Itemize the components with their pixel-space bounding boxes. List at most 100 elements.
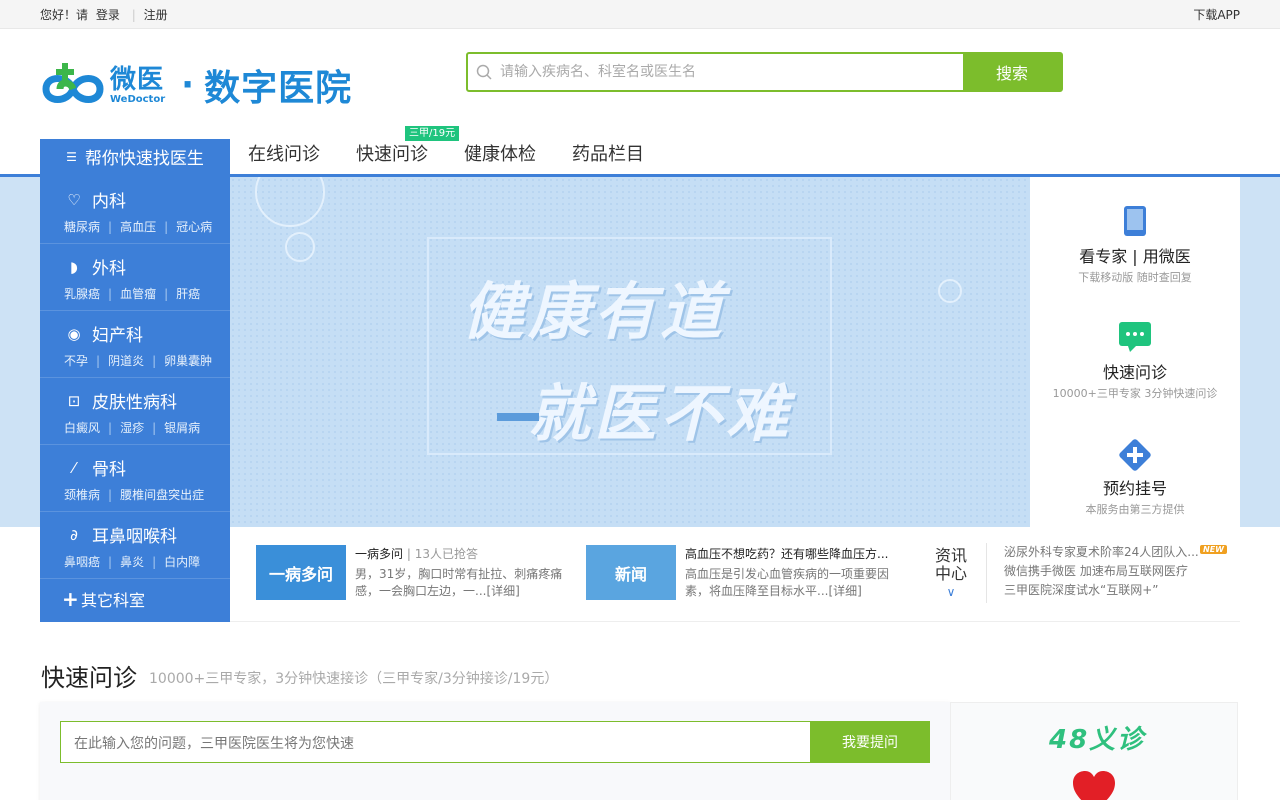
info-item[interactable]: 微信携手微医 加速布局互联网医疗: [1004, 562, 1199, 581]
info-center-label[interactable]: 资讯 中心 ∨: [935, 547, 967, 601]
search-icon: [468, 54, 500, 90]
department-menu: ♡ 内科 糖尿病 | 高血压 | 冠心病 ◗ 外科 乳腺癌 | 血管瘤 | 肝癌 ◉ 妇产科 不孕 | 阴…: [40, 177, 230, 622]
banner-line-1: 健康有道: [462, 275, 727, 348]
news-title[interactable]: 一病多问: [355, 547, 403, 561]
service-sub: 10000+三甲专家 3分钟快速问诊: [1052, 387, 1218, 400]
dept-sub[interactable]: 卵巢囊肿: [164, 354, 212, 368]
dept-sub[interactable]: 鼻炎: [120, 555, 144, 569]
nav-items: 在线问诊 快速问诊 三甲/19元 健康体检 药品栏目: [248, 126, 680, 174]
info-list: 泌尿外科专家夏术阶率24人团队入... 微信携手微医 加速布局互联网医疗 三甲医…: [986, 543, 1199, 603]
main-nav: ☰ 帮你快速找医生 在线问诊 快速问诊 三甲/19元 健康体检 药品栏目: [40, 126, 1240, 174]
divider: |: [131, 7, 136, 22]
dept-title: 妇产科: [92, 326, 143, 346]
logo-cn-text: 微医: [110, 64, 165, 95]
chat-icon: [1030, 321, 1240, 353]
dept-sub[interactable]: 白癜风: [64, 421, 100, 435]
service-sub: 本服务由第三方提供: [1085, 503, 1185, 516]
info-item[interactable]: 三甲医院深度试水“互联网+”: [1004, 581, 1199, 600]
register-link[interactable]: 注册: [144, 8, 168, 22]
dept-sub[interactable]: 糖尿病: [64, 220, 100, 234]
dept-title: 内科: [92, 192, 126, 212]
dept-sub[interactable]: 高血压: [120, 220, 156, 234]
list-icon: ☰: [66, 149, 77, 164]
dept-title: 其它科室: [81, 591, 146, 610]
dept-item-surgery[interactable]: ◗ 外科 乳腺癌 | 血管瘤 | 肝癌: [40, 244, 230, 311]
top-bar-left: 您好！请 登录 | 注册: [40, 6, 168, 23]
dept-item-other[interactable]: + 其它科室: [40, 579, 230, 622]
banner-circle: [285, 232, 315, 262]
news-desc: 高血压是引发心血管疾病的一项重要因素，将血压降至目标水平...[详细]: [685, 567, 890, 598]
dept-title: 耳鼻咽喉科: [92, 527, 177, 547]
ask-box: 在此输入您的问题，三甲医院医生将为您快速 我要提问: [40, 702, 950, 800]
search-button[interactable]: 搜索: [963, 54, 1061, 90]
nav-item-quick-consult[interactable]: 快速问诊 三甲/19元: [356, 126, 460, 174]
dept-sub[interactable]: 颈椎病: [64, 488, 100, 502]
news-thumb: 新闻: [586, 545, 676, 600]
service-title: 预约挂号: [1102, 479, 1167, 498]
dept-sub[interactable]: 银屑病: [164, 421, 200, 435]
banner-section: ♡ 内科 糖尿病 | 高血压 | 冠心病 ◗ 外科 乳腺癌 | 血管瘤 | 肝癌 ◉ 妇产科 不孕 | 阴…: [0, 177, 1280, 622]
news-title[interactable]: 高血压不想吃药？还有哪些降血压方...: [685, 547, 888, 561]
service-title: 看专家 | 用微医: [1079, 247, 1191, 266]
dept-title: 外科: [92, 259, 126, 279]
dept-item-orthopedics[interactable]: ⁄ 骨科 颈椎病 | 腰椎间盘突出症: [40, 445, 230, 512]
banner-accent-bar: [497, 413, 539, 421]
service-appointment[interactable]: 预约挂号 本服务由第三方提供: [1030, 409, 1240, 525]
logo-dot: ·: [181, 65, 195, 105]
dept-sub[interactable]: 乳腺癌: [64, 287, 100, 301]
dept-item-dermatology[interactable]: ⊡ 皮肤性病科 白癜风 | 湿疹 | 银屑病: [40, 378, 230, 445]
dept-sub[interactable]: 冠心病: [176, 220, 212, 234]
dept-sub[interactable]: 不孕: [64, 354, 88, 368]
banner-circle: [938, 279, 962, 303]
news-thumb: 一病多问: [256, 545, 346, 600]
service-app[interactable]: 看专家 | 用微医 下载移动版 随时查回复: [1030, 177, 1240, 293]
ad-logo: 48义诊: [1049, 725, 1146, 755]
dept-title: 骨科: [92, 460, 126, 480]
dept-item-internal[interactable]: ♡ 内科 糖尿病 | 高血压 | 冠心病: [40, 177, 230, 244]
dept-sub[interactable]: 血管瘤: [120, 287, 156, 301]
nav-item-online-consult[interactable]: 在线问诊: [248, 139, 320, 174]
news-desc: 男，31岁，胸口时常有扯拉、刺痛疼痛感，一会胸口左边，一...[详细]: [355, 567, 563, 598]
site-logo[interactable]: 微医 WeDoctor · 数字医院: [40, 59, 352, 111]
service-sub: 下载移动版 随时查回复: [1078, 271, 1192, 284]
dept-sub[interactable]: 鼻咽癌: [64, 555, 100, 569]
news-item[interactable]: 新闻 高血压不想吃药？还有哪些降血压方... 高血压是引发心血管疾病的一项重要因…: [586, 545, 895, 600]
phone-icon: [1030, 205, 1240, 237]
section-subtitle: 10000+三甲专家，3分钟快速接诊（三甲专家/3分钟接诊/19元）: [149, 671, 559, 687]
dept-sub[interactable]: 肝癌: [176, 287, 200, 301]
info-label-2: 中心: [935, 564, 968, 583]
quick-consult-section: 快速问诊 10000+三甲专家，3分钟快速接诊（三甲专家/3分钟接诊/19元） …: [40, 622, 1240, 800]
heart-icon: [1071, 769, 1117, 800]
ask-button[interactable]: 我要提问: [810, 721, 930, 763]
search-bar: 搜索: [466, 52, 1063, 92]
search-input[interactable]: [500, 54, 963, 90]
info-item[interactable]: 泌尿外科专家夏术阶率24人团队入...: [1004, 543, 1199, 562]
dept-sub[interactable]: 白内障: [164, 555, 200, 569]
service-panel: 看专家 | 用微医 下载移动版 随时查回复 快速问诊 10000+三甲专家 3分…: [1030, 177, 1240, 527]
service-quick-consult[interactable]: 快速问诊 10000+三甲专家 3分钟快速问诊: [1030, 293, 1240, 409]
find-doctor-category[interactable]: ☰ 帮你快速找医生: [40, 139, 230, 174]
dept-item-ent[interactable]: ∂ 耳鼻咽喉科 鼻咽癌 | 鼻炎 | 白内障: [40, 512, 230, 579]
hero-banner[interactable]: 健康有道 就医不难: [230, 177, 1030, 527]
chevron-down-icon: ∨: [946, 585, 956, 599]
dept-sub[interactable]: 阴道炎: [108, 354, 144, 368]
skin-icon: ⊡: [67, 391, 81, 410]
stomach-icon: ◗: [70, 257, 78, 276]
logo-title: 数字医院: [204, 68, 353, 109]
question-input[interactable]: 在此输入您的问题，三甲医院医生将为您快速: [60, 721, 810, 763]
top-bar: 您好！请 登录 | 注册 下载APP: [0, 0, 1280, 29]
nav-item-health-checkup[interactable]: 健康体检: [464, 139, 536, 174]
plus-icon: +: [62, 587, 79, 611]
news-meta: | 13人已抢答: [406, 547, 478, 561]
dept-item-gynecology[interactable]: ◉ 妇产科 不孕 | 阴道炎 | 卵巢囊肿: [40, 311, 230, 378]
dept-sub[interactable]: 腰椎间盘突出症: [120, 488, 204, 502]
heart-icon: ♡: [67, 190, 81, 209]
nav-item-medicine[interactable]: 药品栏目: [572, 139, 644, 174]
bone-icon: ⁄: [72, 458, 76, 477]
banner-line-2: 就医不难: [528, 377, 793, 450]
download-app-link[interactable]: 下载APP: [1193, 6, 1240, 23]
charity-ad[interactable]: 48义诊: [950, 702, 1238, 800]
dept-sub[interactable]: 湿疹: [120, 421, 144, 435]
login-link[interactable]: 登录: [96, 8, 120, 22]
news-item[interactable]: 一病多问 一病多问 | 13人已抢答 男，31岁，胸口时常有扯拉、刺痛疼痛感，一…: [256, 545, 565, 600]
